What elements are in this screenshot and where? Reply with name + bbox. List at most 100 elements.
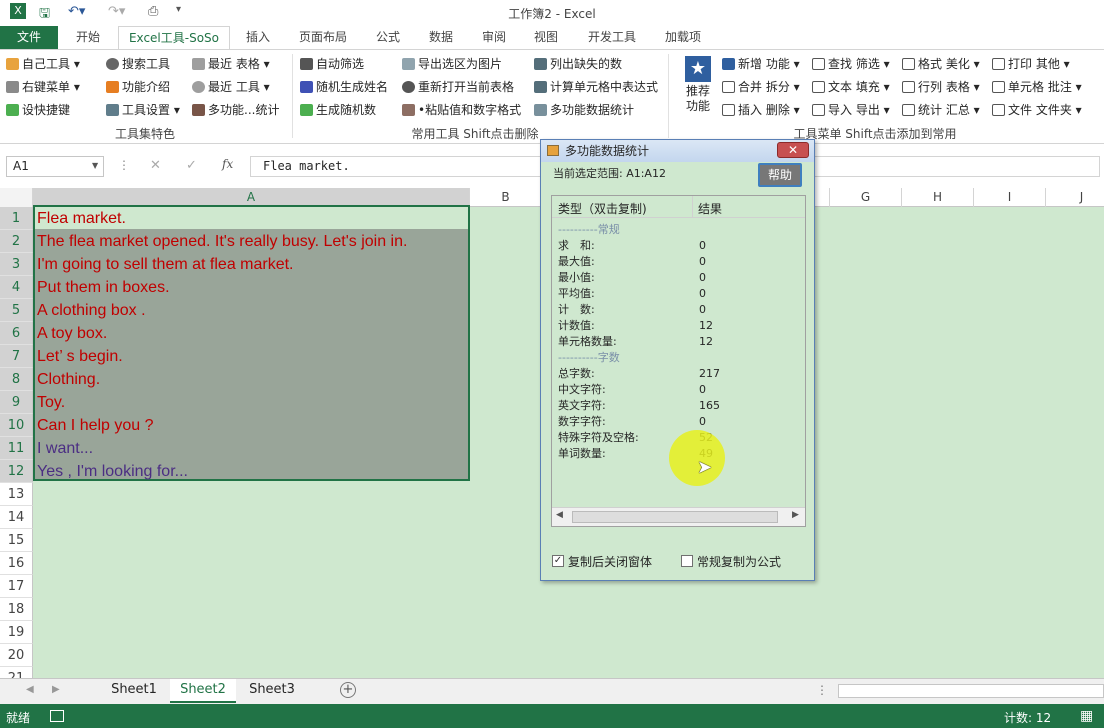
col-result-header[interactable]: 结果 [698,200,722,217]
enter-check-icon[interactable]: ✓ [186,158,197,173]
recommend-features-button[interactable]: ★ 推荐 功能 [678,56,718,122]
cell-a2[interactable]: The flea market opened. It's really busy… [37,230,469,253]
stat-section-header[interactable]: ----------字数 [558,350,620,366]
find-filter-menu[interactable]: 查找 筛选 ▾ [812,54,890,74]
close-button[interactable]: ✕ [777,142,809,158]
stat-label[interactable]: 单元格数量: [558,334,617,350]
stat-label[interactable]: 英文字符: [558,398,606,414]
close-after-copy-checkbox[interactable]: ✓ [552,555,564,567]
stat-value[interactable]: 0 [699,286,706,302]
format-beautify-menu[interactable]: 格式 美化 ▾ [902,54,980,74]
stat-label[interactable]: 计 数: [558,302,595,318]
column-header[interactable]: B [470,188,542,207]
row-header[interactable]: 16 [0,552,33,575]
stat-label[interactable]: 特殊字符及空格: [558,430,639,446]
random-number-button[interactable]: 生成随机数 [300,100,376,120]
stat-label[interactable]: 平均值: [558,286,595,302]
tab-formulas[interactable]: 公式 [368,26,408,50]
help-button[interactable]: 帮助 [758,163,802,187]
column-header[interactable]: G [830,188,902,207]
cell-a4[interactable]: Put them in boxes. [37,276,469,299]
merge-split-menu[interactable]: 合并 拆分 ▾ [722,77,800,97]
cell-a11[interactable]: I want... [37,437,469,460]
stat-section-header[interactable]: ----------常规 [558,222,620,238]
multi-stat-button[interactable]: 多功能...统计 [192,100,279,120]
row-header[interactable]: 1 [0,207,33,230]
stat-value[interactable]: 0 [699,238,706,254]
tab-data[interactable]: 数据 [420,26,462,50]
scroll-right-icon[interactable]: ▶ [792,510,799,520]
text-fill-menu[interactable]: 文本 填充 ▾ [812,77,890,97]
column-header[interactable]: J [1046,188,1104,207]
tool-settings-button[interactable]: 工具设置 ▾ [106,100,180,120]
sheet-tab-sheet2[interactable]: Sheet2 [170,679,236,703]
scroll-left-icon[interactable]: ◀ [556,510,563,520]
stat-summary-menu[interactable]: 统计 汇总 ▾ [902,100,980,120]
tab-review[interactable]: 审阅 [474,26,514,50]
stat-label[interactable]: 计数值: [558,318,595,334]
column-header[interactable]: I [974,188,1046,207]
set-shortcut-button[interactable]: 设快捷键 [6,100,70,120]
row-header[interactable]: 19 [0,621,33,644]
stat-value[interactable]: 12 [699,318,713,334]
tab-home[interactable]: 开始 [66,26,110,50]
calc-expression-button[interactable]: 计算单元格中表达式 [534,77,658,97]
macro-record-icon[interactable] [50,710,64,722]
import-export-menu[interactable]: 导入 导出 ▾ [812,100,890,120]
file-folder-menu[interactable]: 文件 文件夹 ▾ [992,100,1082,120]
scroll-thumb[interactable] [572,511,778,523]
row-header[interactable]: 8 [0,368,33,391]
tab-file[interactable]: 文件 [0,26,58,50]
stat-label[interactable]: 中文字符: [558,382,606,398]
row-header[interactable]: 15 [0,529,33,552]
sheet-tab-sheet3[interactable]: Sheet3 [240,679,304,703]
cell-a9[interactable]: Toy. [37,391,469,414]
stat-value[interactable]: 12 [699,334,713,350]
row-header[interactable]: 2 [0,230,33,253]
reopen-table-button[interactable]: 重新打开当前表格 [402,77,514,97]
recent-tables-button[interactable]: 最近 表格 ▾ [192,54,270,74]
stat-value[interactable]: 0 [699,254,706,270]
tab-insert[interactable]: 插入 [238,26,278,50]
cell-a6[interactable]: A toy box. [37,322,469,345]
paste-values-button[interactable]: •粘贴值和数字格式 [402,100,521,120]
right-click-menu-button[interactable]: 右键菜单 ▾ [6,77,80,97]
search-tools-button[interactable]: 搜索工具 [106,54,170,74]
tab-addins[interactable]: 加载项 [656,26,710,50]
next-sheet-icon[interactable]: ▶ [52,684,60,695]
cell-comment-menu[interactable]: 单元格 批注 ▾ [992,77,1082,97]
row-header[interactable]: 6 [0,322,33,345]
stat-value[interactable]: 0 [699,270,706,286]
normal-view-icon[interactable]: ▦ [1080,708,1093,724]
stat-label[interactable]: 最大值: [558,254,595,270]
export-image-button[interactable]: 导出选区为图片 [402,54,502,74]
tab-view[interactable]: 视图 [526,26,566,50]
row-header[interactable]: 14 [0,506,33,529]
chevron-down-icon[interactable]: ▼ [92,161,98,170]
row-header[interactable]: 4 [0,276,33,299]
cell-a3[interactable]: I'm going to sell them at flea market. [37,253,469,276]
stat-label[interactable]: 求 和: [558,238,595,254]
sheet-tab-sheet1[interactable]: Sheet1 [102,679,166,703]
stat-value[interactable]: 165 [699,398,720,414]
row-header[interactable]: 21 [0,667,33,678]
stat-label[interactable]: 最小值: [558,270,595,286]
row-header[interactable]: 13 [0,483,33,506]
cell-a10[interactable]: Can I help you ? [37,414,469,437]
copy-as-formula-checkbox[interactable] [681,555,693,567]
stat-value[interactable]: 0 [699,382,706,398]
prev-sheet-icon[interactable]: ◀ [26,684,34,695]
stat-label[interactable]: 数字字符: [558,414,606,430]
stat-value[interactable]: 0 [699,302,706,318]
name-box[interactable]: A1 [6,156,104,177]
add-sheet-icon[interactable]: + [340,682,356,698]
row-header[interactable]: 5 [0,299,33,322]
stat-label[interactable]: 单词数量: [558,446,606,462]
row-header[interactable]: 18 [0,598,33,621]
row-header[interactable]: 3 [0,253,33,276]
own-tools-button[interactable]: 自己工具 ▾ [6,54,80,74]
row-header[interactable]: 17 [0,575,33,598]
cell-a1[interactable]: Flea market. [37,207,469,230]
sheet-horizontal-scrollbar[interactable] [838,684,1104,698]
cell-a5[interactable]: A clothing box . [37,299,469,322]
